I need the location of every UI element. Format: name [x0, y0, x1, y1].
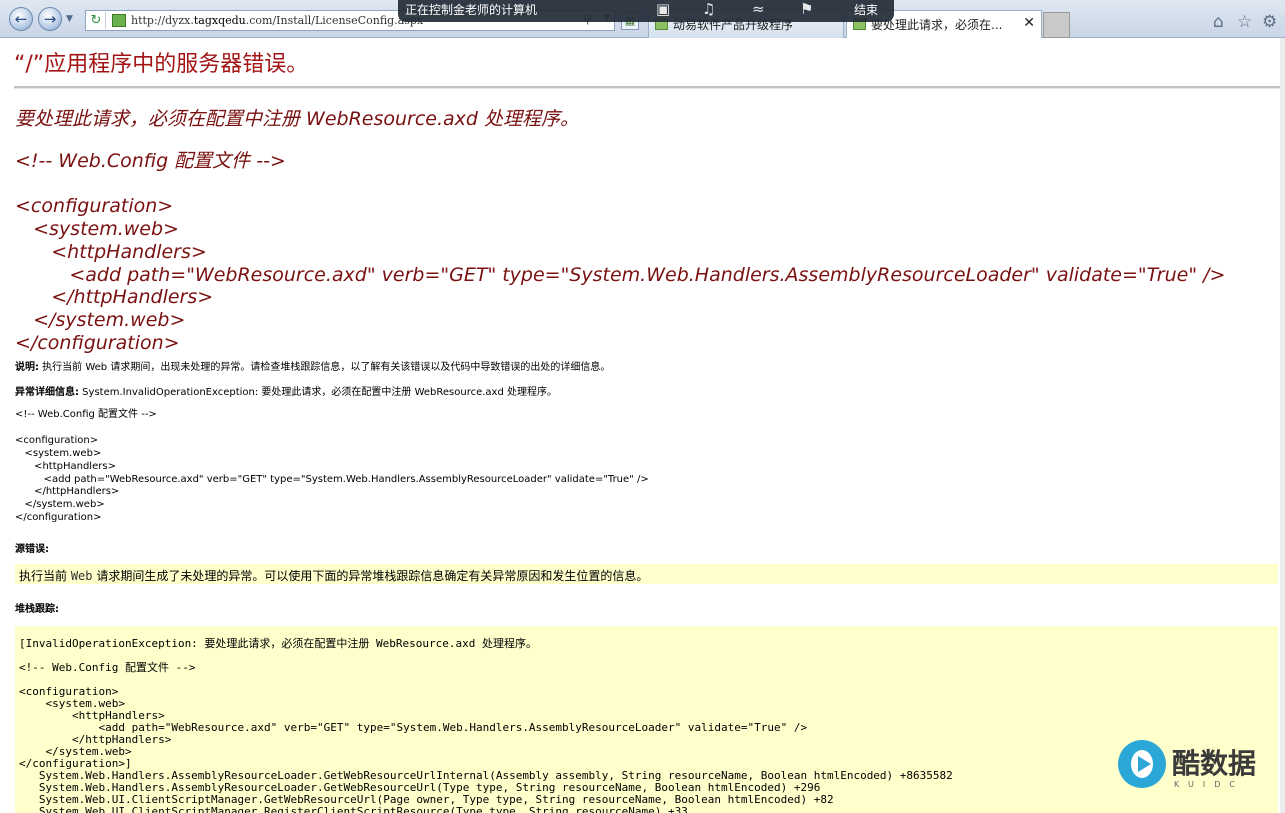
exception-text: System.InvalidOperationException: 要处理此请求…: [79, 387, 558, 398]
refresh-icon[interactable]: ↻: [87, 12, 106, 29]
exception-config-snippet: <!-- Web.Config 配置文件 --> <configuration>…: [15, 409, 649, 524]
home-icon[interactable]: ⌂: [1213, 12, 1224, 32]
back-arrow-icon[interactable]: ←: [9, 7, 33, 31]
url-suffix: .com/Install/LicenseConfig.aspx: [245, 14, 424, 27]
mute-icon[interactable]: ♫: [702, 0, 715, 18]
stack-trace-label: 堆栈跟踪:: [15, 604, 59, 615]
gear-icon[interactable]: ⚙: [1262, 12, 1277, 32]
stack-trace-box: [InvalidOperationException: 要处理此请求，必须在配置…: [15, 626, 1278, 813]
description-line: 说明: 执行当前 Web 请求期间，出现未处理的异常。请检查堆栈跟踪信息，以了解…: [15, 358, 610, 373]
title-divider: [14, 86, 1281, 89]
description-text: 执行当前 Web 请求期间，出现未处理的异常。请检查堆栈跟踪信息，以了解有关该错…: [39, 362, 611, 373]
forward-arrow-icon[interactable]: →: [38, 7, 62, 31]
watermark-logo: 酷数据 KUIDC: [1114, 736, 1266, 796]
source-error-post: 请求期间生成了未处理的异常。可以使用下面的异常堆栈跟踪信息确定有关异常原因和发生…: [92, 569, 649, 583]
pin-icon[interactable]: ⚑: [800, 0, 813, 18]
url-prefix: http://dyzx.: [131, 14, 194, 27]
history-dropdown-icon[interactable]: ▼: [66, 14, 76, 24]
address-url[interactable]: http://dyzx.tagxqedu.com/Install/License…: [131, 14, 423, 27]
error-message: 要处理此请求，必须在配置中注册 WebResource.axd 处理程序。: [15, 108, 580, 130]
exception-label: 异常详细信息:: [15, 387, 79, 398]
watermark-subtext: KUIDC: [1174, 780, 1244, 789]
page-favicon-icon: [112, 14, 126, 27]
close-tab-icon[interactable]: ✕: [1023, 15, 1035, 31]
new-tab-button[interactable]: [1043, 12, 1070, 38]
star-icon[interactable]: ☆: [1237, 12, 1252, 32]
source-error-label: 源错误:: [15, 544, 49, 555]
fullscreen-icon[interactable]: ▣: [656, 0, 670, 18]
remote-control-bar: 正在控制金老师的计算机 ▣ ♫ ≈ ⚑ 结束: [398, 0, 894, 22]
end-session-button[interactable]: 结束: [854, 1, 878, 18]
page-title: “/”应用程序中的服务器错误。: [14, 52, 309, 77]
source-error-box: 执行当前 Web 请求期间生成了未处理的异常。可以使用下面的异常堆栈跟踪信息确定…: [15, 564, 1278, 584]
source-error-heading: 源错误:: [15, 540, 49, 555]
source-error-mono: Web: [70, 569, 93, 583]
source-error-pre: 执行当前: [19, 569, 71, 583]
remote-control-title: 正在控制金老师的计算机: [405, 3, 538, 17]
scrollbar[interactable]: [1280, 38, 1285, 813]
quality-icon[interactable]: ≈: [752, 0, 765, 18]
watermark-text: 酷数据: [1172, 747, 1257, 780]
error-page: “/”应用程序中的服务器错误。 要处理此请求，必须在配置中注册 WebResou…: [0, 38, 1285, 813]
kuidc-logo-icon: [1118, 740, 1166, 788]
exception-line: 异常详细信息: System.InvalidOperationException…: [15, 383, 557, 398]
url-domain: tagxqedu: [193, 14, 246, 27]
stack-trace-heading: 堆栈跟踪:: [15, 600, 59, 615]
description-label: 说明:: [15, 362, 39, 373]
error-config-snippet: <!-- Web.Config 配置文件 --> <configuration>…: [15, 150, 1226, 354]
